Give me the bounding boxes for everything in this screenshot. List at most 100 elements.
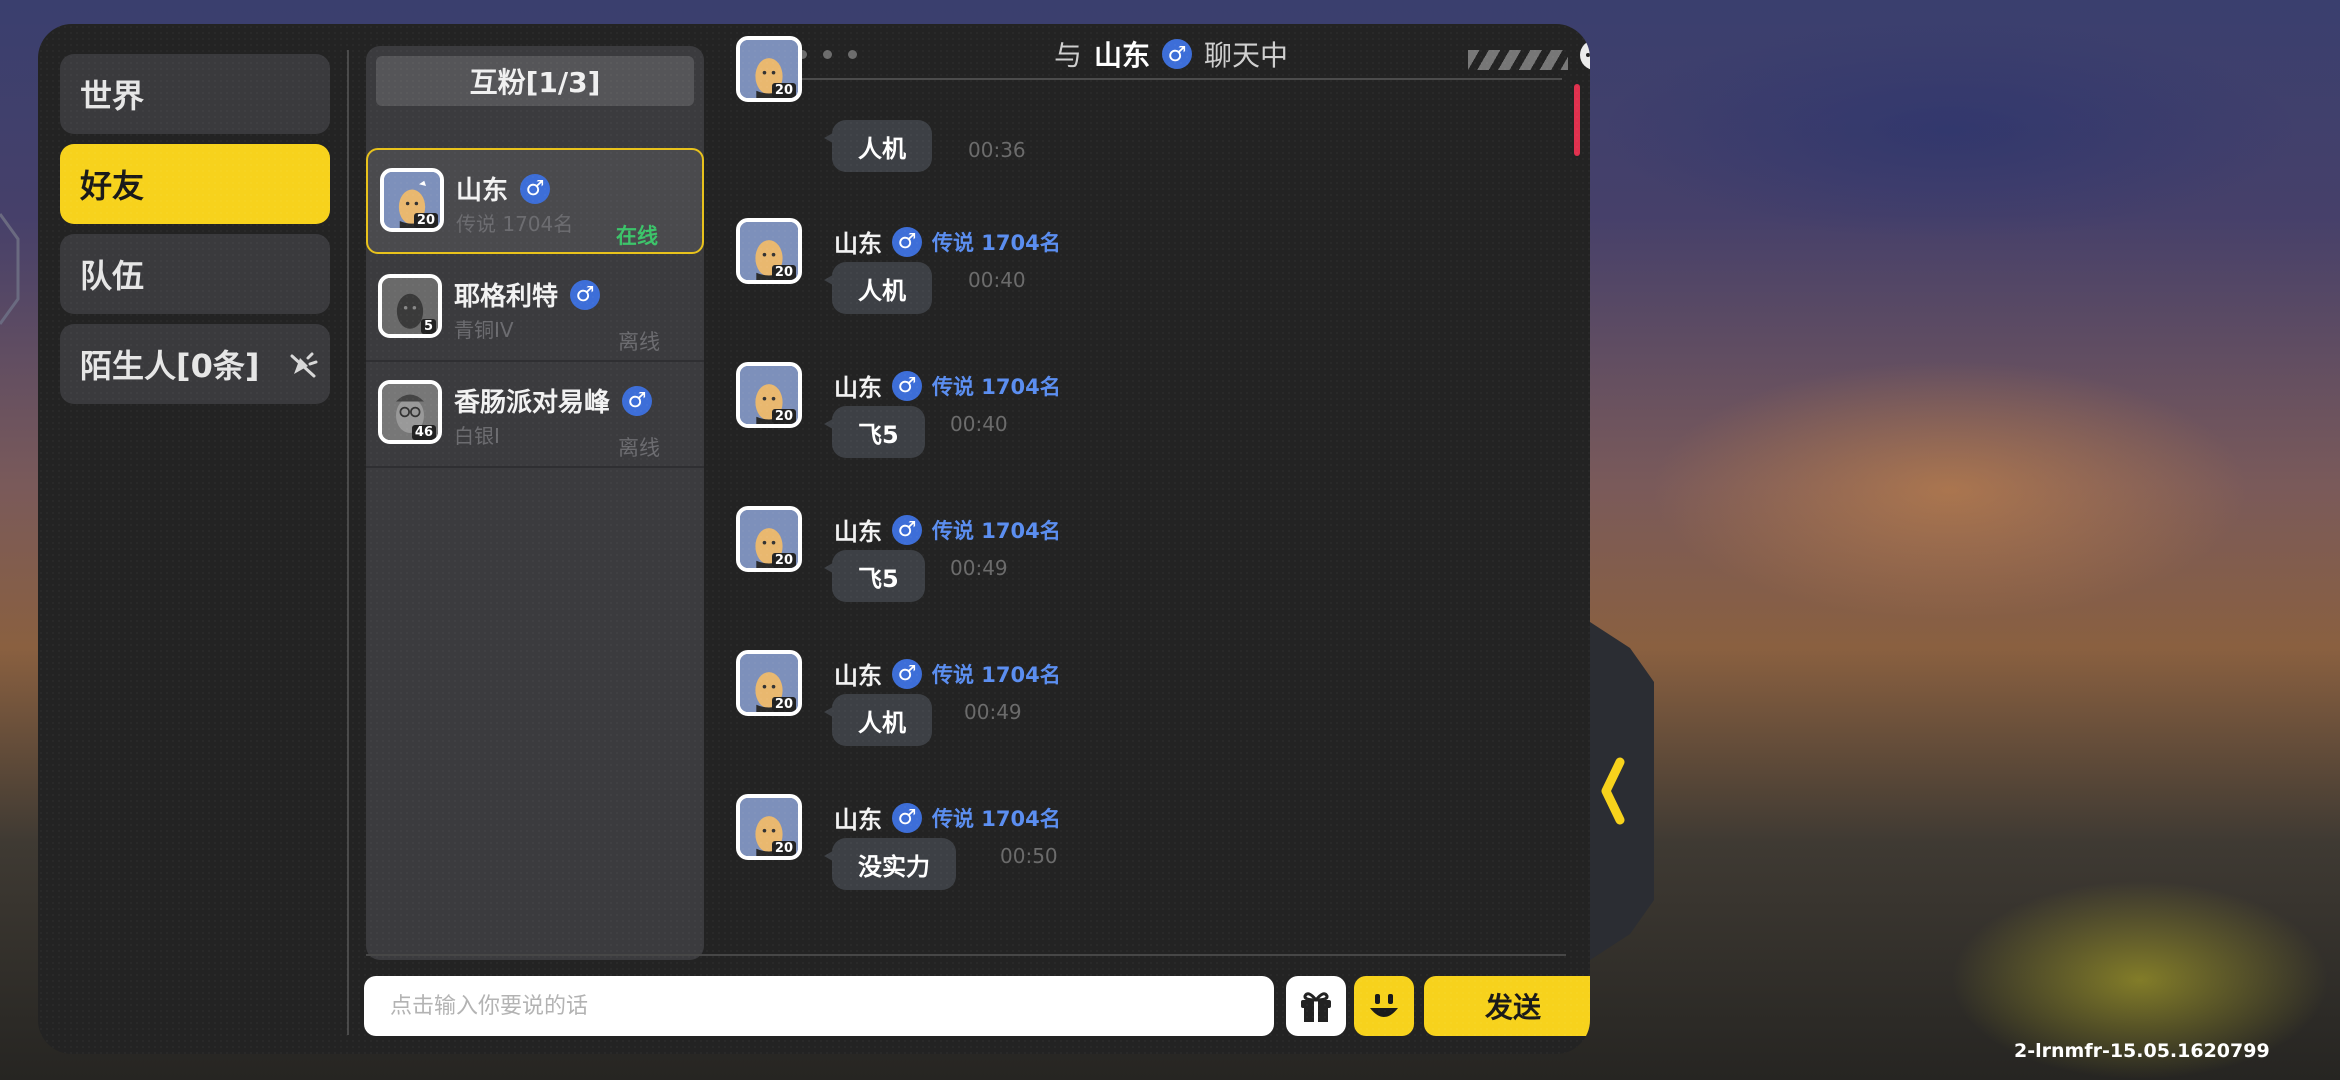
message-time: 00:50 [1000,844,1058,868]
friend-item[interactable]: 5 耶格利特 ♂ 青铜IV 离线 [366,256,704,362]
friend-name-row: 山东 ♂ [456,170,551,207]
sidebar-divider [347,50,349,1035]
level-badge: 46 [411,425,436,440]
avatar: 5 [378,274,442,338]
scroll-indicator[interactable] [1574,84,1580,156]
male-icon: ♂ [892,658,922,689]
chat-message: 20 山东 ♂ 传说 1704名 没实力 00:50 [736,794,1376,904]
message-bubble: 飞5 [824,406,925,458]
chat-message: 20 山东 ♂ 传说 1704名 人机 00:40 [736,218,1376,328]
male-icon: ♂ [1162,39,1193,69]
level-badge: 20 [771,83,796,98]
chat-message: 20 山东 ♂ 传说 1704名 人机 00:49 [736,650,1376,760]
avatar: 20 [380,168,444,232]
male-icon: ♂ [892,226,922,257]
message-time: 00:36 [968,138,1026,162]
sender-rank: 传说 1704名 [932,518,1061,543]
friend-status: 在线 [616,224,658,248]
sender-name: 山东 [834,230,882,258]
sender-rank: 传说 1704名 [932,662,1061,687]
tab-strangers[interactable]: 陌生人[0条] [60,324,330,404]
avatar: 46 [378,380,442,444]
message-sender: 山东 ♂ 传说 1704名 [834,512,1061,547]
friend-rank: 青铜IV [454,318,514,342]
chat-message: 20 人机 00:36 [736,36,1376,176]
level-badge: 5 [420,319,436,334]
gift-button[interactable] [1286,976,1346,1036]
male-icon: ♂ [892,370,922,401]
friend-rank: 传说 1704名 [456,212,574,236]
message-time: 00:49 [950,556,1008,580]
message-sender: 山东 ♂ 传说 1704名 [834,368,1061,403]
friend-item[interactable]: 46 香肠派对易峰 ♂ 白银I 离线 [366,362,704,468]
avatar: 20 [736,218,802,284]
smiley-icon [1370,994,1398,1017]
sender-rank: 传说 1704名 [932,374,1061,399]
level-badge: 20 [771,841,796,856]
sender-name: 山东 [834,662,882,690]
friend-status: 离线 [618,330,660,354]
message-bubble: 飞5 [824,550,925,602]
tab-strangers-label: 陌生人[0条] [80,347,260,385]
tab-friends-label: 好友 [80,167,145,205]
sender-name: 山东 [834,374,882,402]
level-badge: 20 [771,553,796,568]
friend-list-header: 互粉[1/3] [376,56,694,106]
chat-input[interactable] [364,976,1274,1036]
message-sender: 山东 ♂ 传说 1704名 [834,656,1061,691]
message-bubble: 人机 [824,262,932,314]
male-icon: ♂ [892,514,922,545]
avatar: 20 [736,650,802,716]
sender-rank: 传说 1704名 [932,230,1061,255]
sender-rank: 传说 1704名 [932,806,1061,831]
tab-team-label: 队伍 [80,257,145,295]
male-icon: ♂ [622,385,653,416]
male-icon: ♂ [520,173,551,204]
message-bubble: 没实力 [824,838,956,890]
avatar: 20 [736,794,802,860]
tab-team[interactable]: 队伍 [60,234,330,314]
level-badge: 20 [771,265,796,280]
friend-status: 离线 [618,436,660,460]
chat-message: 20 山东 ♂ 传说 1704名 飞5 00:49 [736,506,1376,616]
message-sender: 山东 ♂ 传说 1704名 [834,800,1061,835]
collapse-panel-button[interactable] [1590,622,1654,960]
input-divider [366,954,1566,956]
header-stripes-decoration [1468,50,1568,70]
male-icon: ♂ [570,279,601,310]
friend-name-row: 香肠派对易峰 ♂ [454,382,653,419]
friend-name: 香肠派对易峰 [454,388,611,418]
chat-panel: 世界 好友 队伍 陌生人[0条] 互粉[1/3] 20 山东 ♂ 传说 1704… [38,24,1590,1054]
emoji-button[interactable] [1354,976,1414,1036]
friend-name-row: 耶格利特 ♂ [454,276,601,313]
level-badge: 20 [413,213,438,228]
sender-name: 山东 [834,806,882,834]
avatar: 20 [736,362,802,428]
version-label: 2-lrnmfr-15.05.1620799 [2014,1040,2270,1062]
message-time: 00:49 [964,700,1022,724]
message-sender: 山东 ♂ 传说 1704名 [834,224,1061,259]
tab-world[interactable]: 世界 [60,54,330,134]
message-time: 00:40 [950,412,1008,436]
tab-world-label: 世界 [80,77,145,115]
level-badge: 20 [771,409,796,424]
left-edge-decoration [0,213,20,325]
male-icon: ♂ [892,802,922,833]
more-options-button[interactable] [1580,40,1590,70]
avatar: 20 [736,506,802,572]
friend-rank: 白银I [454,424,500,448]
friend-name: 耶格利特 [454,282,559,312]
gift-icon [1301,992,1331,1022]
message-bubble: 人机 [824,120,932,172]
message-bubble: 人机 [824,694,932,746]
send-button[interactable]: 发送 [1424,976,1590,1036]
chat-message: 20 山东 ♂ 传说 1704名 飞5 00:40 [736,362,1376,472]
tab-friends[interactable]: 好友 [60,144,330,224]
friend-item[interactable]: 20 山东 ♂ 传说 1704名 在线 [366,148,704,254]
mute-icon[interactable] [286,348,320,382]
avatar: 20 [736,36,802,102]
message-time: 00:40 [968,268,1026,292]
sender-name: 山东 [834,518,882,546]
level-badge: 20 [771,697,796,712]
friend-list: 互粉[1/3] 20 山东 ♂ 传说 1704名 在线 5 耶格利特 ♂ 青铜I… [366,46,704,960]
